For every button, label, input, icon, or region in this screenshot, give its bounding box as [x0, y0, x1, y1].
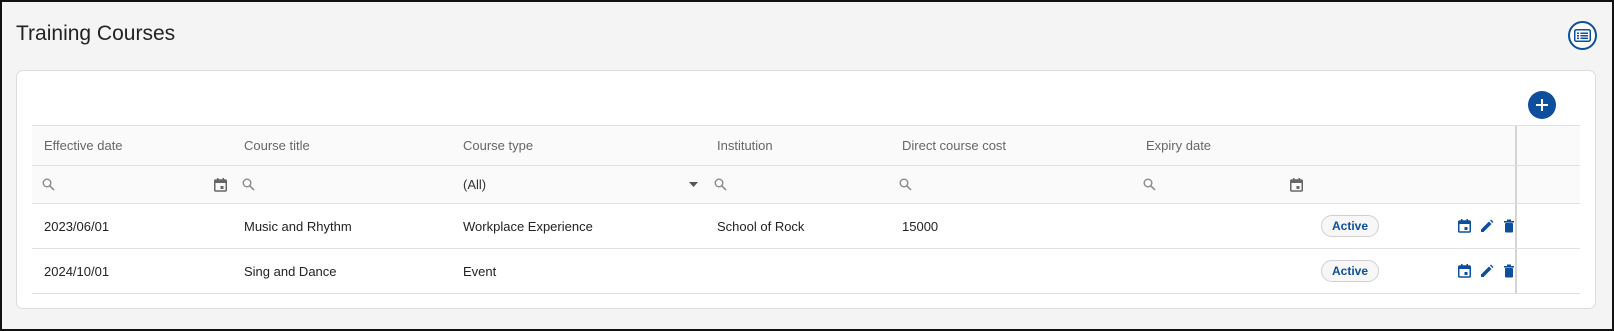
status-badge: Active	[1321, 260, 1380, 282]
calendar-icon[interactable]	[1458, 264, 1471, 278]
course-type-filter-select[interactable]: (All)	[463, 166, 703, 203]
row-actions	[1458, 249, 1515, 293]
actions-column-divider	[1515, 126, 1517, 165]
search-icon	[242, 178, 255, 191]
page-title: Training Courses	[16, 22, 176, 45]
actions-column-divider	[1515, 249, 1517, 293]
course-title-cell: Music and Rhythm	[244, 218, 352, 234]
effective-date-cell: 2024/10/01	[44, 263, 110, 279]
search-icon	[1143, 178, 1156, 191]
delete-icon[interactable]	[1503, 264, 1515, 278]
calendar-icon[interactable]	[1458, 219, 1471, 233]
institution-cell: School of Rock	[717, 218, 805, 234]
caret-down-icon	[689, 182, 698, 187]
search-icon	[714, 178, 727, 191]
direct-course-cost-filter[interactable]	[899, 166, 1129, 203]
app-frame: Training Courses Effective date Course t…	[0, 0, 1614, 331]
column-header-institution[interactable]: Institution	[717, 126, 773, 165]
expiry-date-filter[interactable]	[1143, 166, 1273, 203]
table-header-row: Effective date Course title Course type …	[32, 125, 1580, 166]
courses-table: Effective date Course title Course type …	[32, 125, 1580, 294]
table-row[interactable]: 2023/06/01 Music and Rhythm Workplace Ex…	[32, 204, 1580, 249]
course-type-cell: Workplace Experience	[463, 218, 593, 234]
search-icon	[42, 178, 55, 191]
list-view-icon	[1574, 29, 1591, 42]
table-filter-row: (All)	[32, 166, 1580, 204]
column-header-direct-course-cost[interactable]: Direct course cost	[902, 126, 1006, 165]
status-cell: Active	[1321, 204, 1380, 248]
direct-course-cost-cell: 15000	[902, 218, 939, 234]
column-header-expiry-date[interactable]: Expiry date	[1146, 126, 1211, 165]
add-course-button[interactable]	[1528, 91, 1556, 119]
search-icon	[899, 178, 912, 191]
course-title-filter[interactable]	[242, 166, 452, 203]
calendar-icon	[214, 177, 227, 192]
actions-column-divider	[1515, 166, 1517, 203]
course-title-cell: Sing and Dance	[244, 263, 337, 279]
calendar-icon	[1290, 177, 1303, 192]
status-badge: Active	[1321, 215, 1380, 237]
course-type-cell: Event	[463, 263, 497, 279]
effective-date-filter[interactable]	[42, 166, 232, 203]
effective-date-cell: 2023/06/01	[44, 218, 110, 234]
expiry-date-picker[interactable]	[1290, 166, 1303, 203]
course-type-filter-value: (All)	[463, 177, 487, 192]
course-type-dropdown-toggle[interactable]	[689, 166, 698, 203]
delete-icon[interactable]	[1503, 219, 1515, 233]
row-actions	[1458, 204, 1515, 248]
column-header-effective-date[interactable]: Effective date	[44, 126, 123, 165]
list-view-toggle-button[interactable]	[1568, 21, 1597, 50]
actions-column-divider	[1515, 204, 1517, 248]
column-header-course-title[interactable]: Course title	[244, 126, 310, 165]
column-header-course-type[interactable]: Course type	[463, 126, 533, 165]
effective-date-picker[interactable]	[214, 166, 227, 203]
plus-icon	[1535, 98, 1549, 112]
status-cell: Active	[1321, 249, 1380, 293]
edit-icon[interactable]	[1480, 264, 1494, 278]
institution-filter[interactable]	[714, 166, 884, 203]
edit-icon[interactable]	[1480, 219, 1494, 233]
table-row[interactable]: 2024/10/01 Sing and Dance Event Active	[32, 249, 1580, 294]
